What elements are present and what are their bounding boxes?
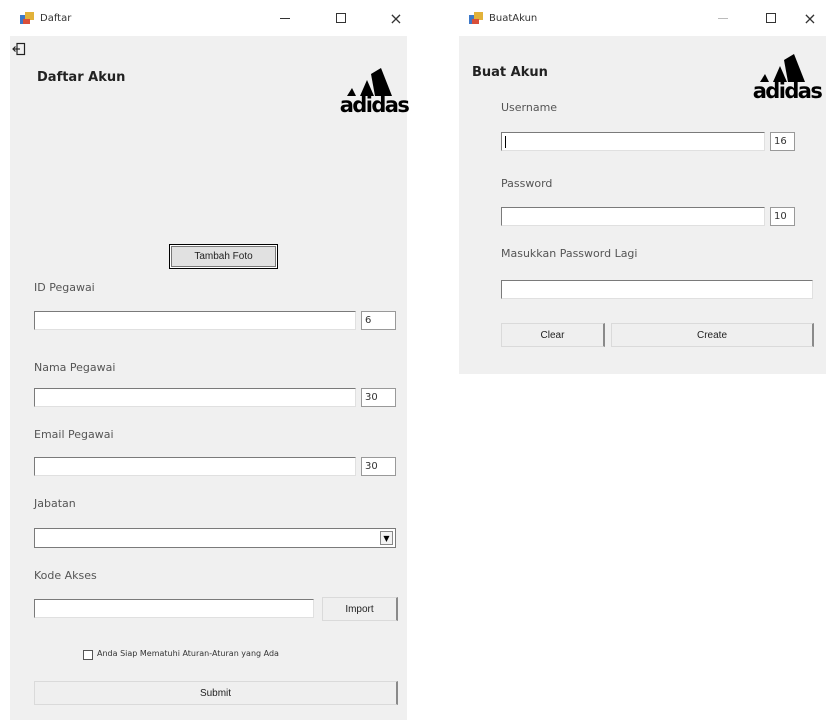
- buatakun-window: BuatAkun × Buat Akun adidas Username 16 …: [459, 0, 826, 374]
- jabatan-dropdown[interactable]: ▼: [34, 528, 396, 548]
- nama-pegawai-label: Nama Pegawai: [34, 361, 116, 374]
- import-button[interactable]: Import: [322, 597, 398, 621]
- app-icon: [469, 12, 483, 24]
- close-icon: ×: [803, 8, 817, 28]
- window-title: Daftar: [40, 12, 72, 24]
- minimize-button[interactable]: [710, 8, 736, 28]
- window-title: BuatAkun: [489, 12, 538, 24]
- jabatan-label: Jabatan: [34, 497, 76, 510]
- confirm-password-label: Masukkan Password Lagi: [501, 247, 638, 260]
- kode-akses-label: Kode Akses: [34, 569, 97, 582]
- maximize-button[interactable]: [758, 8, 784, 28]
- email-pegawai-max-length[interactable]: 30: [361, 457, 396, 476]
- nama-pegawai-field[interactable]: [34, 388, 356, 407]
- nama-pegawai-max-length[interactable]: 30: [361, 388, 396, 407]
- close-button[interactable]: ×: [383, 8, 409, 28]
- minimize-icon: [280, 17, 290, 19]
- maximize-button[interactable]: [328, 8, 354, 28]
- create-button[interactable]: Create: [611, 323, 814, 347]
- daftar-window: Daftar × Daftar Akun adidas Tambah Foto …: [10, 0, 410, 720]
- agree-checkbox-label: Anda Siap Mematuhi Aturan-Aturan yang Ad…: [97, 649, 279, 658]
- confirm-password-field[interactable]: [501, 280, 813, 299]
- submit-button[interactable]: Submit: [34, 681, 398, 705]
- id-pegawai-max-length[interactable]: 6: [361, 311, 396, 330]
- kode-akses-field[interactable]: [34, 599, 314, 618]
- minimize-button[interactable]: [272, 8, 298, 28]
- daftar-titlebar: Daftar ×: [10, 0, 407, 36]
- email-pegawai-field[interactable]: [34, 457, 356, 476]
- logo-text: adidas: [752, 79, 823, 103]
- id-pegawai-field[interactable]: [34, 311, 356, 330]
- close-icon: ×: [389, 8, 403, 28]
- tambah-foto-button[interactable]: Tambah Foto: [169, 244, 278, 269]
- username-max-length[interactable]: 16: [770, 132, 795, 151]
- email-pegawai-label: Email Pegawai: [34, 428, 114, 441]
- maximize-icon: [336, 13, 346, 23]
- password-label: Password: [501, 177, 553, 190]
- adidas-logo: adidas: [338, 66, 410, 116]
- clear-button[interactable]: Clear: [501, 323, 605, 347]
- agree-checkbox[interactable]: [83, 650, 93, 660]
- password-max-length[interactable]: 10: [770, 207, 795, 226]
- password-field[interactable]: [501, 207, 765, 226]
- exit-icon[interactable]: [12, 41, 26, 56]
- page-title: Buat Akun: [472, 65, 548, 80]
- buatakun-titlebar: BuatAkun ×: [459, 0, 826, 36]
- app-icon: [20, 12, 34, 24]
- page-title: Daftar Akun: [37, 70, 126, 85]
- username-label: Username: [501, 101, 558, 114]
- username-field[interactable]: [501, 132, 765, 151]
- chevron-down-icon[interactable]: ▼: [380, 531, 393, 545]
- minimize-icon: [718, 17, 728, 19]
- close-button[interactable]: ×: [797, 8, 823, 28]
- maximize-icon: [766, 13, 776, 23]
- logo-text: adidas: [339, 93, 410, 117]
- adidas-logo: adidas: [751, 52, 823, 102]
- id-pegawai-label: ID Pegawai: [34, 281, 95, 294]
